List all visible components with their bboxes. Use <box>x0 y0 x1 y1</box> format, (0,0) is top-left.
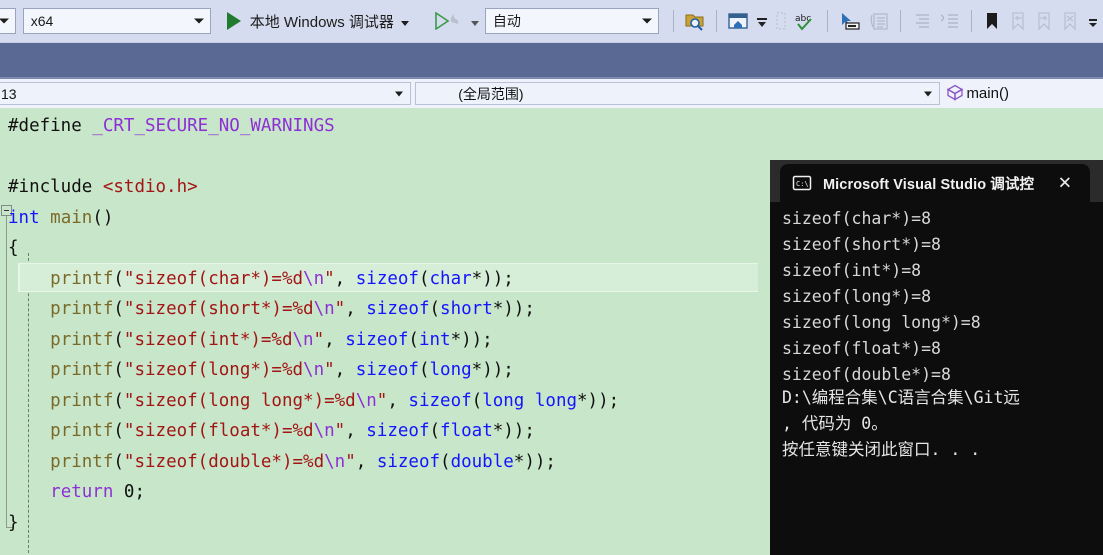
chevron-down-icon <box>395 91 404 96</box>
console-output-text: sizeof(char*)=8 sizeof(short*)=8 sizeof(… <box>782 209 981 384</box>
solution-platform-combo[interactable]: x64 <box>22 8 211 34</box>
chevron-down-icon <box>924 91 933 96</box>
source-code-text[interactable]: #define _CRT_SECURE_NO_WARNINGS #include… <box>0 108 619 538</box>
method-cube-icon <box>946 83 964 104</box>
pointer-select-icon[interactable] <box>838 11 862 31</box>
debug-console-window[interactable]: C:\ Microsoft Visual Studio 调试控 ✕ sizeof… <box>770 160 1103 555</box>
chevron-down-icon <box>642 18 653 24</box>
toolbar-separator <box>716 10 718 32</box>
next-bookmark-icon <box>1034 11 1054 31</box>
solution-platform-value: x64 <box>30 13 54 29</box>
toolbar-overflow-icon[interactable] <box>1086 11 1100 31</box>
visual-studio-window: x64 本地 Windows 调试器 自动 abc 13 (全局范围) main… <box>0 0 1103 555</box>
start-without-debugging-icon[interactable] <box>422 12 450 30</box>
project-scope-combo[interactable]: 13 <box>0 82 412 105</box>
paste-clipboard-icon <box>868 11 890 31</box>
console-tab[interactable]: C:\ Microsoft Visual Studio 调试控 ✕ <box>780 164 1090 202</box>
indent-decrease-icon <box>911 11 933 31</box>
chevron-down-icon[interactable] <box>400 20 409 26</box>
chevron-down-icon <box>193 18 204 24</box>
toolbar-overflow-combo[interactable] <box>0 8 16 34</box>
indent-increase-icon <box>939 11 961 31</box>
member-combo[interactable]: main() <box>944 82 1103 105</box>
bookmark-icon[interactable] <box>982 11 1002 31</box>
toolbar-separator <box>900 10 901 32</box>
layout-dropdown-icon[interactable] <box>755 11 769 31</box>
hot-reload-mode-value: 自动 <box>492 13 521 29</box>
global-scope-combo[interactable]: (全局范围) <box>415 82 941 105</box>
chevron-down-icon <box>0 18 9 24</box>
toolbar-separator <box>827 10 828 32</box>
toolbar-separator <box>673 10 675 32</box>
hot-reload-mode-combo[interactable]: 自动 <box>484 8 660 34</box>
clear-bookmark-icon <box>1060 11 1080 31</box>
dotted-placeholder-icon <box>775 11 787 31</box>
editor-navigation-bar: 13 (全局范围) main() <box>0 79 1103 108</box>
start-debug-play-icon[interactable] <box>226 12 241 30</box>
start-debug-label[interactable]: 本地 Windows 调试器 <box>250 11 394 32</box>
standard-toolbar: x64 本地 Windows 调试器 自动 abc <box>0 0 1103 43</box>
console-title: Microsoft Visual Studio 调试控 <box>823 176 1035 193</box>
global-scope-value: (全局范围) <box>458 85 524 102</box>
open-file-search-icon[interactable] <box>684 11 706 31</box>
chevron-down-icon[interactable] <box>470 20 479 26</box>
project-scope-value: 13 <box>1 85 17 102</box>
spell-check-abc-icon[interactable]: abc <box>793 11 817 31</box>
close-icon[interactable]: ✕ <box>1058 175 1072 192</box>
svg-text:C:\: C:\ <box>796 180 809 188</box>
hot-reload-icon[interactable] <box>447 10 465 33</box>
previous-bookmark-icon <box>1008 11 1028 31</box>
toggle-window-layout-icon[interactable] <box>727 11 749 31</box>
console-exit-message: D:\编程合集\C语言合集\Git远 , 代码为 0。 按任意键关闭此窗口. .… <box>782 388 1020 459</box>
command-prompt-icon: C:\ <box>792 173 812 193</box>
document-tab-band <box>0 43 1103 79</box>
toolbar-separator <box>970 10 972 32</box>
